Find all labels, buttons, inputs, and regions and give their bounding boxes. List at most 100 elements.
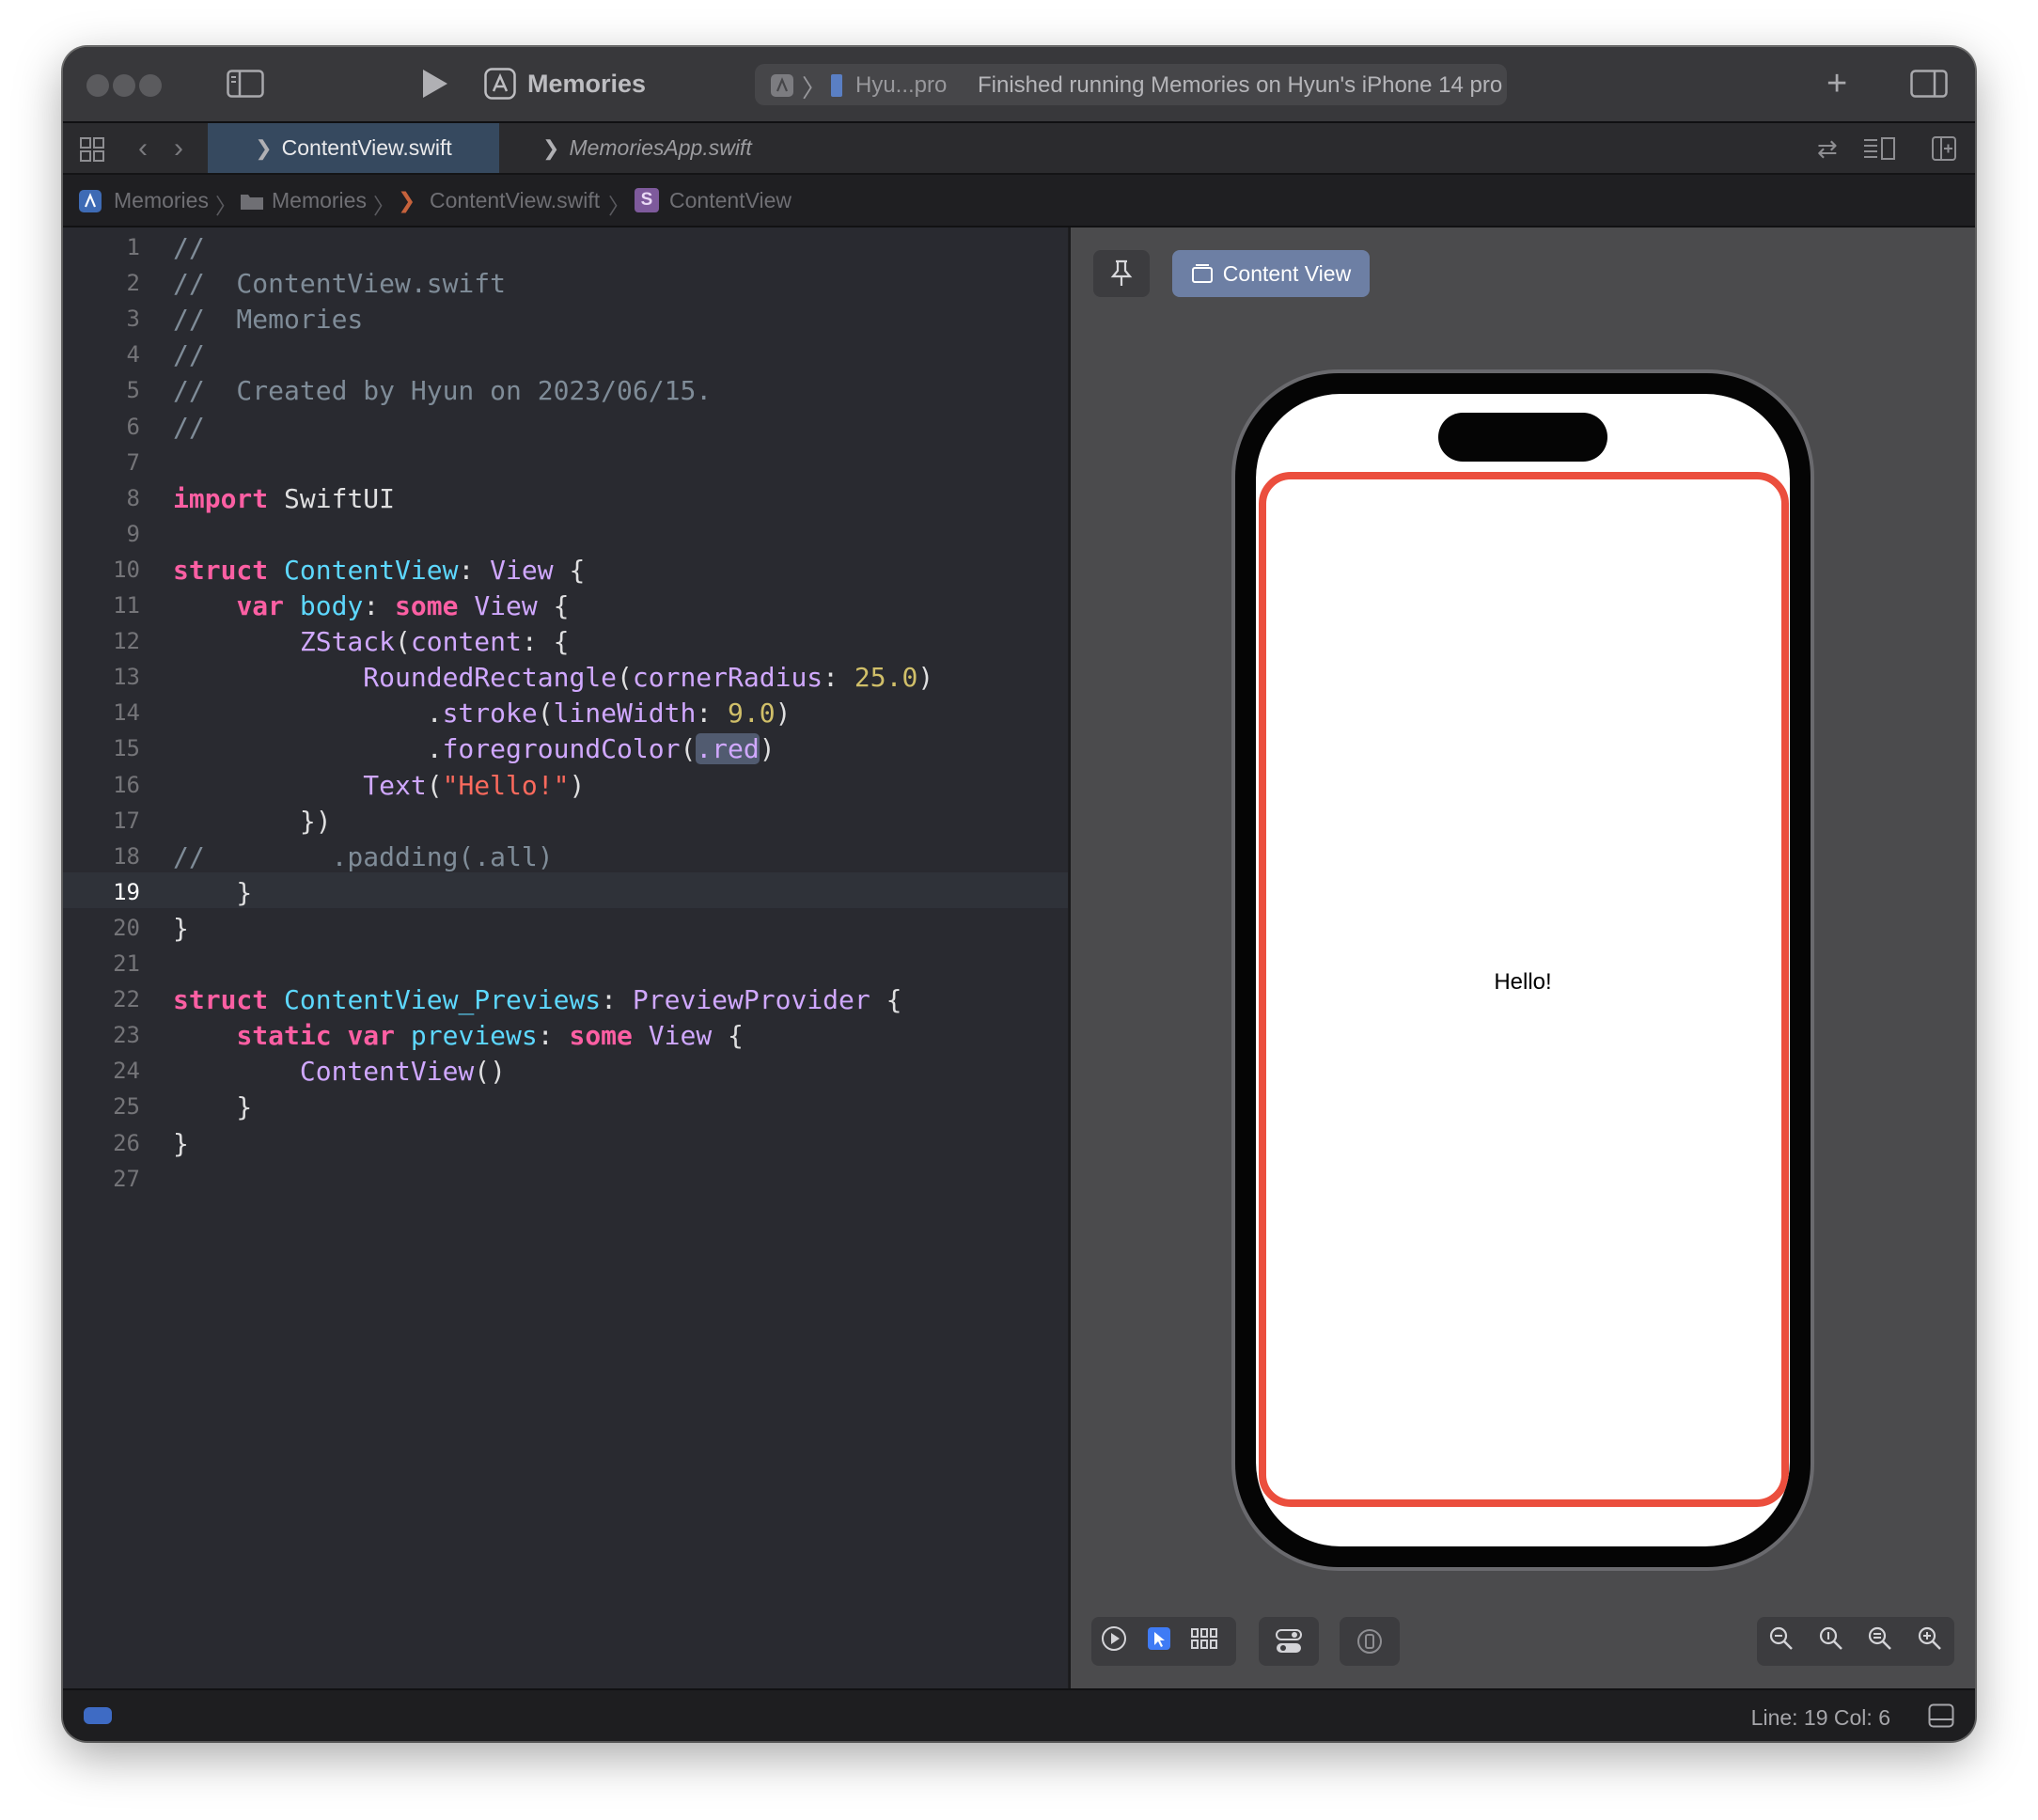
- code-text: }: [173, 1091, 252, 1122]
- code-token: (: [617, 662, 633, 694]
- device-screen[interactable]: Hello!: [1256, 394, 1790, 1546]
- zoom-to-fit-icon[interactable]: [1858, 1625, 1903, 1658]
- status-bar: Line: 19 Col: 6: [63, 1688, 1975, 1741]
- pin-icon[interactable]: [1093, 250, 1150, 297]
- live-preview-icon[interactable]: [1091, 1625, 1137, 1658]
- inspector-toggle-icon[interactable]: [1910, 70, 1948, 102]
- scheme-selector[interactable]: Memories: [527, 70, 646, 99]
- code-line[interactable]: 5 // Created by Hyun on 2023/06/15.: [63, 370, 1068, 406]
- preview-selector[interactable]: Content View: [1172, 250, 1370, 297]
- code-text: struct ContentView: View {: [173, 555, 585, 586]
- close-window-button[interactable]: [86, 74, 109, 97]
- zoom-out-icon[interactable]: [1759, 1625, 1804, 1658]
- code-line[interactable]: 4 //: [63, 335, 1068, 370]
- line-number: 2: [126, 270, 140, 297]
- code-line[interactable]: 24 ContentView(): [63, 1051, 1068, 1087]
- code-line[interactable]: 23 static var previews: some View {: [63, 1015, 1068, 1051]
- hello-text: Hello!: [1494, 969, 1552, 995]
- code-token: var: [236, 590, 285, 621]
- zoom-window-button[interactable]: [139, 74, 162, 97]
- app-icon: [770, 73, 794, 102]
- code-line[interactable]: 25 }: [63, 1087, 1068, 1122]
- code-token: //: [173, 339, 205, 371]
- source-editor[interactable]: 1//2// ContentView.swift 3// Memories 4//5…: [63, 228, 1068, 1688]
- add-icon[interactable]: +: [1826, 64, 1847, 104]
- navigator-toggle-icon[interactable]: [227, 70, 264, 102]
- breadcrumb-group[interactable]: Memories: [272, 188, 367, 213]
- code-text: ContentView(): [173, 1056, 506, 1087]
- swift-file-icon: ❯: [255, 135, 273, 160]
- debug-area-toggle-icon[interactable]: [1928, 1703, 1954, 1733]
- run-destination[interactable]: Hyu...pro: [855, 72, 947, 99]
- code-line[interactable]: 1 //: [63, 228, 1068, 263]
- code-line[interactable]: 7: [63, 443, 1068, 479]
- code-token: }: [173, 876, 253, 908]
- code-token: 25.0: [854, 662, 918, 694]
- related-items-icon[interactable]: ⇄: [1817, 134, 1838, 164]
- code-line[interactable]: 11 var body: some View {: [63, 586, 1068, 621]
- line-number: 26: [113, 1129, 140, 1156]
- code-line[interactable]: 10 struct ContentView: View {: [63, 550, 1068, 586]
- zoom-actual-size-icon[interactable]: [1809, 1625, 1854, 1658]
- breadcrumb: Memories 〉 Memories 〉 ❯ ContentView.swif…: [63, 175, 1975, 228]
- run-icon[interactable]: [420, 68, 450, 104]
- code-token: SwiftUI: [268, 482, 396, 514]
- code-line[interactable]: 17 }): [63, 801, 1068, 837]
- grid-icon[interactable]: [80, 137, 104, 166]
- split-editor-icon[interactable]: [1932, 136, 1956, 165]
- code-line[interactable]: 6 //: [63, 407, 1068, 443]
- back-icon[interactable]: ‹: [138, 133, 148, 165]
- breadcrumb-file[interactable]: ContentView.swift: [430, 188, 600, 213]
- selectable-mode-icon[interactable]: [1137, 1626, 1182, 1657]
- tab-contentview-swift[interactable]: ❯ ContentView.swift: [208, 123, 499, 173]
- breadcrumb-symbol[interactable]: ContentView: [669, 188, 792, 213]
- code-line[interactable]: 16 Text("Hello!"): [63, 765, 1068, 801]
- forward-icon[interactable]: ›: [174, 133, 183, 165]
- zoom-in-icon[interactable]: [1907, 1625, 1952, 1658]
- code-text: }: [173, 1128, 189, 1159]
- code-line[interactable]: 2 // ContentView.swift: [63, 263, 1068, 299]
- breadcrumb-project[interactable]: Memories: [114, 188, 209, 213]
- code-line[interactable]: 26}: [63, 1123, 1068, 1159]
- device-button[interactable]: [1340, 1617, 1400, 1666]
- code-text: }: [173, 913, 189, 944]
- code-token: //: [173, 411, 205, 443]
- line-number: 6: [126, 413, 140, 440]
- code-line[interactable]: 27: [63, 1159, 1068, 1195]
- device-settings-button[interactable]: [1259, 1617, 1319, 1666]
- code-line[interactable]: 13 RoundedRectangle(cornerRadius: 25.0): [63, 657, 1068, 693]
- line-number: 8: [126, 484, 140, 511]
- code-line[interactable]: 12 ZStack(content: {: [63, 621, 1068, 657]
- code-token: struct: [173, 554, 269, 586]
- code-line[interactable]: 15 .foregroundColor(.red): [63, 729, 1068, 765]
- code-line[interactable]: 22 struct ContentView_Previews: PreviewPr…: [63, 980, 1068, 1015]
- line-number: 12: [113, 628, 140, 655]
- tab-bar: ‹ › ❯ ContentView.swift ❯ MemoriesApp.sw…: [63, 123, 1975, 175]
- debug-area-indicator-icon[interactable]: [84, 1707, 112, 1724]
- code-line[interactable]: 20}: [63, 908, 1068, 944]
- code-line[interactable]: 21: [63, 944, 1068, 980]
- tab-memoriesapp-swift[interactable]: ❯ MemoriesApp.swift: [542, 123, 787, 173]
- minimize-window-button[interactable]: [113, 74, 135, 97]
- code-line[interactable]: 8 import SwiftUI: [63, 479, 1068, 514]
- code-token: ): [775, 698, 792, 730]
- code-line[interactable]: 3 // Memories: [63, 299, 1068, 335]
- code-token: :: [363, 590, 396, 621]
- variants-icon[interactable]: [1182, 1627, 1227, 1656]
- code-token: foregroundColor: [442, 733, 681, 765]
- code-text: }): [173, 806, 332, 837]
- code-line[interactable]: 18 // .padding(.all): [63, 837, 1068, 872]
- code-line[interactable]: 14 .stroke(lineWidth: 9.0): [63, 693, 1068, 729]
- code-text: }: [173, 877, 252, 908]
- editor-options-icon[interactable]: [1862, 136, 1896, 165]
- code-token: .: [173, 698, 443, 730]
- code-line[interactable]: 19 }: [63, 871, 1068, 908]
- code-line[interactable]: 9: [63, 514, 1068, 550]
